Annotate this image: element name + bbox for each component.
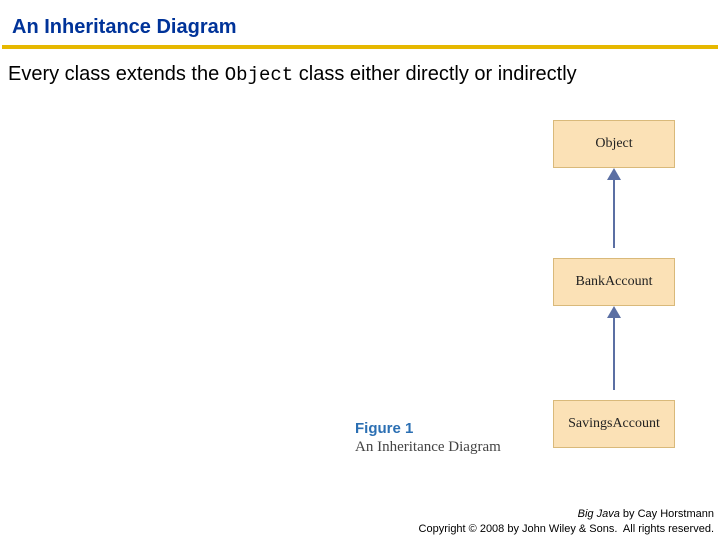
inheritance-arrow <box>613 180 615 248</box>
footer-line-2: Copyright © 2008 by John Wiley & Sons. A… <box>419 522 714 536</box>
footer-author: by Cay Horstmann <box>620 508 714 520</box>
inheritance-diagram: Object BankAccount SavingsAccount Figure… <box>355 120 675 500</box>
body-suffix: class either directly or indirectly <box>293 63 576 85</box>
arrow-head-icon <box>607 306 621 318</box>
slide-footer: Big Java by Cay Horstmann Copyright © 20… <box>419 507 714 536</box>
inheritance-arrow <box>613 318 615 390</box>
slide-title: An Inheritance Diagram <box>0 0 720 45</box>
arrow-head-icon <box>607 168 621 180</box>
class-box-savingsaccount: SavingsAccount <box>553 400 675 448</box>
footer-book-title: Big Java <box>578 508 620 520</box>
figure-caption: An Inheritance Diagram <box>355 439 555 456</box>
footer-line-1: Big Java by Cay Horstmann <box>419 507 714 521</box>
body-code: Object <box>225 64 293 86</box>
class-box-object: Object <box>553 120 675 168</box>
class-box-bankaccount: BankAccount <box>553 258 675 306</box>
body-prefix: Every class extends the <box>8 63 225 85</box>
figure-label: Figure 1 An Inheritance Diagram <box>355 420 555 456</box>
figure-number: Figure 1 <box>355 420 555 437</box>
body-text: Every class extends the Object class eit… <box>0 49 720 86</box>
